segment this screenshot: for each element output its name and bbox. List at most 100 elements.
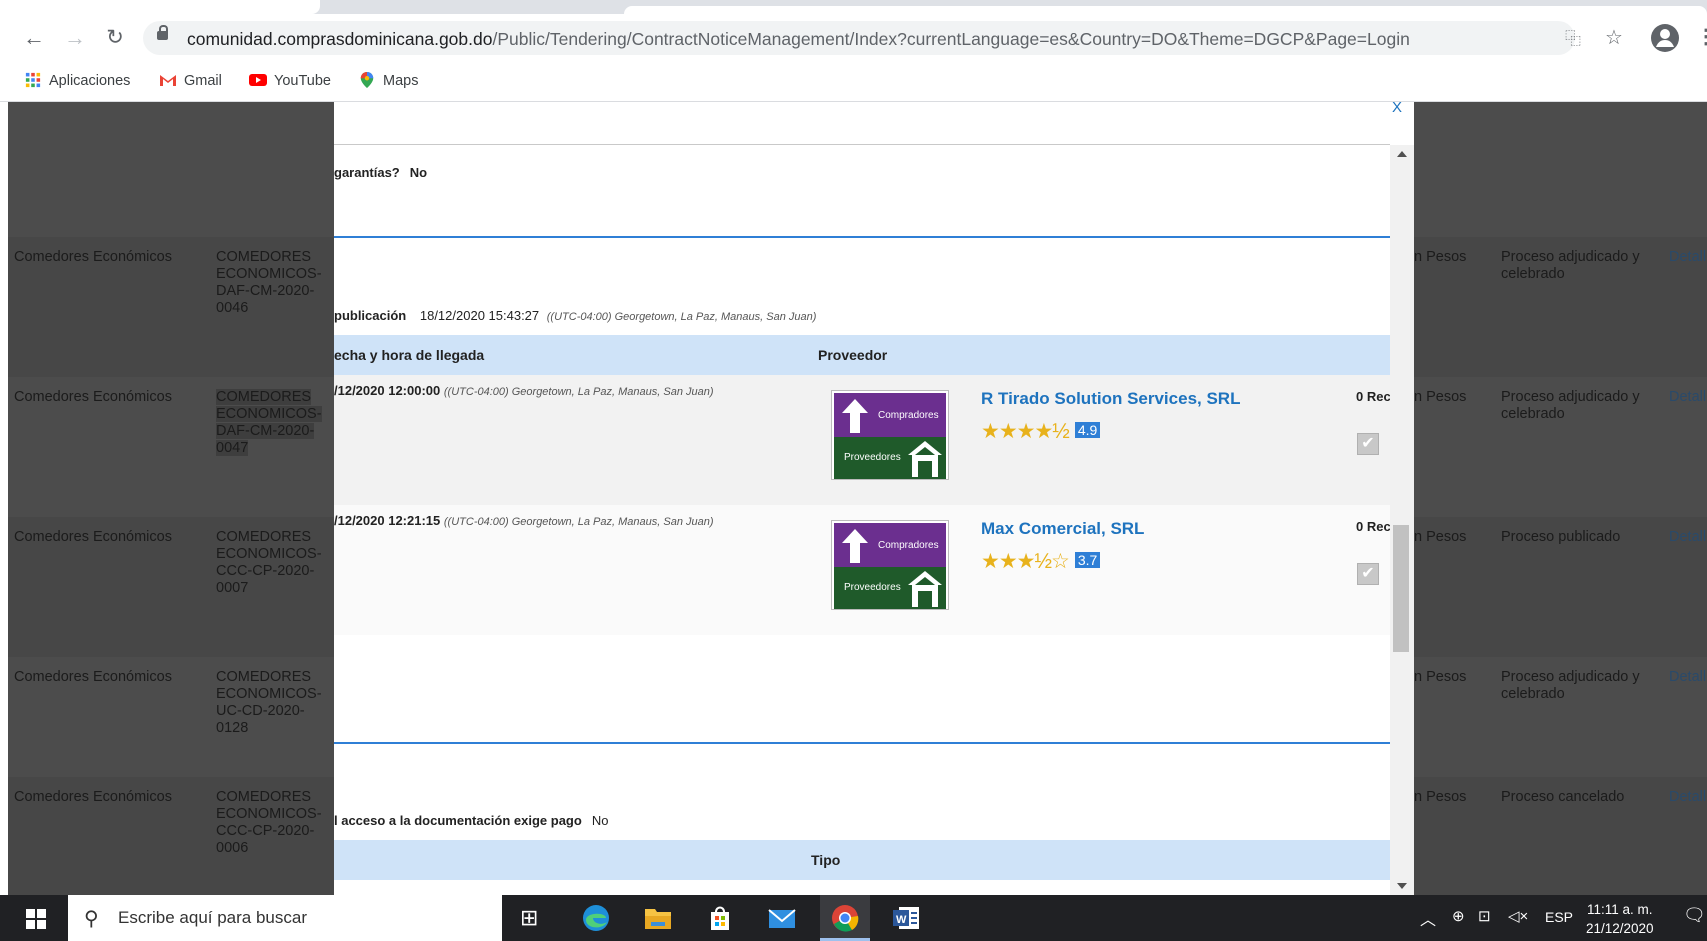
reference-cell: COMEDORES ECONOMICOS-CCC-CP-2020-0007 bbox=[216, 529, 322, 596]
bookmark-gmail[interactable]: Gmail bbox=[159, 70, 222, 92]
checkbox[interactable]: ✔ bbox=[1357, 563, 1379, 585]
logo-suppliers-label: Proveedores bbox=[844, 582, 901, 593]
taskbar-search[interactable]: ⚲ Escribe aquí para buscar bbox=[68, 895, 502, 941]
translate-icon[interactable]: ⿻ bbox=[1565, 26, 1581, 54]
tab-strip bbox=[0, 0, 1707, 14]
docs-payment-value: No bbox=[591, 813, 609, 828]
received-label: 0 Rec bbox=[1356, 519, 1390, 534]
bookmark-maps[interactable]: Maps bbox=[358, 70, 418, 92]
publication-date: 18/12/2020 15:43:27 bbox=[419, 308, 540, 323]
logo-suppliers-label: Proveedores bbox=[844, 452, 901, 463]
offer-timezone: ((UTC-04:00) Georgetown, La Paz, Manaus,… bbox=[443, 516, 714, 528]
docs-payment-row: l acceso a la documentación exige pago No bbox=[334, 813, 608, 828]
back-icon[interactable]: ← bbox=[20, 24, 48, 52]
tray-chevron-icon[interactable]: ︿ bbox=[1420, 906, 1436, 930]
guarantees-question: garantías? bbox=[334, 165, 400, 180]
mail-icon[interactable] bbox=[767, 904, 797, 932]
chrome-icon bbox=[832, 905, 859, 932]
offer-row: /12/2020 12:21:15 ((UTC-04:00) Georgetow… bbox=[334, 505, 1390, 635]
scroll-up-icon[interactable] bbox=[1397, 151, 1407, 157]
col-provider: Proveedor bbox=[818, 347, 888, 363]
supplier-house-icon bbox=[908, 571, 942, 607]
publication-timezone: ((UTC-04:00) Georgetown, La Paz, Manaus,… bbox=[546, 311, 817, 323]
windows-taskbar: ⚲ Escribe aquí para buscar ⊞ W ︿ ⊕ ⊡ ◁× … bbox=[0, 895, 1707, 941]
meet-now-icon[interactable]: ⊕ bbox=[1452, 907, 1465, 925]
status-cell: Proceso adjudicado y celebrado bbox=[1501, 249, 1640, 282]
offer-row: /12/2020 12:00:00 ((UTC-04:00) Georgetow… bbox=[334, 375, 1390, 505]
detail-link[interactable]: Detall bbox=[1669, 529, 1706, 546]
buyer-arrow-icon bbox=[842, 399, 868, 433]
detail-link[interactable]: Detall bbox=[1669, 249, 1706, 266]
process-detail-modal: X garantías? No publicación 18/12/2020 15… bbox=[334, 99, 1414, 895]
buyer-arrow-icon bbox=[842, 529, 868, 563]
unit-cell: Comedores Económicos bbox=[14, 529, 172, 545]
logo-buyers-label: Compradores bbox=[878, 540, 939, 551]
unit-cell: Comedores Económicos bbox=[14, 249, 172, 265]
guarantees-value: No bbox=[409, 165, 428, 180]
provider-logo: Compradores Proveedores bbox=[831, 390, 949, 480]
tab-active[interactable] bbox=[624, 6, 1707, 14]
offer-date: /12/2020 12:21:15 ((UTC-04:00) Georgetow… bbox=[334, 513, 714, 528]
bookmark-youtube[interactable]: YouTube bbox=[249, 70, 331, 92]
bookmark-star-icon[interactable]: ☆ bbox=[1605, 24, 1623, 52]
offers-header: echa y hora de llegada Proveedor bbox=[334, 335, 1390, 375]
notifications-icon[interactable]: 🗨 bbox=[1683, 905, 1706, 926]
unit-cell: Comedores Económicos bbox=[14, 389, 172, 405]
rating-stars: ★★★★½ 4.9 bbox=[981, 419, 1101, 444]
svg-text:W: W bbox=[896, 914, 907, 926]
status-cell: Proceso cancelado bbox=[1501, 789, 1625, 805]
reference-cell: COMEDORES ECONOMICOS-CCC-CP-2020-0006 bbox=[216, 789, 322, 856]
status-cell: Proceso adjudicado y celebrado bbox=[1501, 389, 1640, 422]
detail-link[interactable]: Detall bbox=[1669, 789, 1706, 806]
logo-buyers-label: Compradores bbox=[878, 410, 939, 421]
menu-icon[interactable]: ⋮ bbox=[1696, 23, 1707, 51]
bookmark-label: Gmail bbox=[184, 73, 222, 89]
volume-mute-icon[interactable]: ◁× bbox=[1508, 907, 1528, 925]
checkbox[interactable]: ✔ bbox=[1357, 433, 1379, 455]
profile-icon[interactable] bbox=[1650, 23, 1680, 61]
unit-cell: Comedores Económicos bbox=[14, 789, 172, 805]
youtube-icon bbox=[249, 74, 267, 86]
store-icon[interactable] bbox=[705, 904, 735, 932]
chrome-task-active[interactable] bbox=[820, 895, 870, 941]
reload-icon[interactable]: ↻ bbox=[101, 24, 129, 52]
forward-icon[interactable]: → bbox=[61, 24, 89, 52]
bookmark-apps[interactable]: Aplicaciones bbox=[24, 70, 130, 92]
status-cell: Proceso publicado bbox=[1501, 529, 1621, 545]
rating-value: 3.7 bbox=[1074, 552, 1101, 568]
supplier-house-icon bbox=[908, 441, 942, 477]
bookmark-label: YouTube bbox=[274, 73, 331, 89]
rating-stars: ★★★½☆ 3.7 bbox=[981, 549, 1101, 574]
gmail-icon bbox=[160, 75, 176, 86]
close-icon[interactable]: X bbox=[1392, 99, 1402, 116]
detail-link[interactable]: Detall bbox=[1669, 389, 1706, 406]
currency-cell: n Pesos bbox=[1414, 669, 1467, 685]
modal-content: garantías? No publicación 18/12/2020 15:4… bbox=[334, 145, 1390, 895]
tab-inactive[interactable] bbox=[0, 0, 320, 14]
scroll-thumb[interactable] bbox=[1393, 525, 1409, 652]
file-explorer-icon[interactable] bbox=[643, 904, 673, 932]
clock-date: 21/12/2020 bbox=[1586, 921, 1654, 936]
reference-cell: COMEDORES ECONOMICOS-UC-CD-2020-0128 bbox=[216, 669, 322, 736]
input-language[interactable]: ESP bbox=[1545, 909, 1573, 925]
provider-name-link[interactable]: Max Comercial, SRL bbox=[981, 519, 1144, 539]
bookmarks-bar: Aplicaciones Gmail YouTube Maps bbox=[0, 62, 1707, 102]
guarantees-row: garantías? No bbox=[334, 165, 427, 180]
url-domain: comunidad.comprasdominicana.gob.do bbox=[187, 29, 493, 49]
task-view-icon[interactable]: ⊞ bbox=[520, 904, 550, 932]
network-icon[interactable]: ⊡ bbox=[1478, 907, 1491, 925]
modal-scrollbar[interactable] bbox=[1390, 145, 1414, 895]
provider-name-link[interactable]: R Tirado Solution Services, SRL bbox=[981, 389, 1240, 409]
edge-icon[interactable] bbox=[581, 904, 611, 932]
section-divider bbox=[334, 742, 1390, 744]
offer-timezone: ((UTC-04:00) Georgetown, La Paz, Manaus,… bbox=[443, 386, 714, 398]
clock[interactable]: 11:11 a. m. 21/12/2020 bbox=[1586, 900, 1654, 938]
docs-payment-question: l acceso a la documentación exige pago bbox=[334, 813, 582, 828]
scroll-down-icon[interactable] bbox=[1397, 883, 1407, 889]
offer-date: /12/2020 12:00:00 ((UTC-04:00) Georgetow… bbox=[334, 383, 714, 398]
address-bar[interactable]: comunidad.comprasdominicana.gob.do/Publi… bbox=[143, 21, 1575, 55]
maps-pin-icon bbox=[360, 72, 374, 88]
windows-start-icon[interactable] bbox=[26, 909, 46, 929]
word-icon[interactable]: W bbox=[891, 904, 921, 932]
detail-link[interactable]: Detall bbox=[1669, 669, 1706, 686]
